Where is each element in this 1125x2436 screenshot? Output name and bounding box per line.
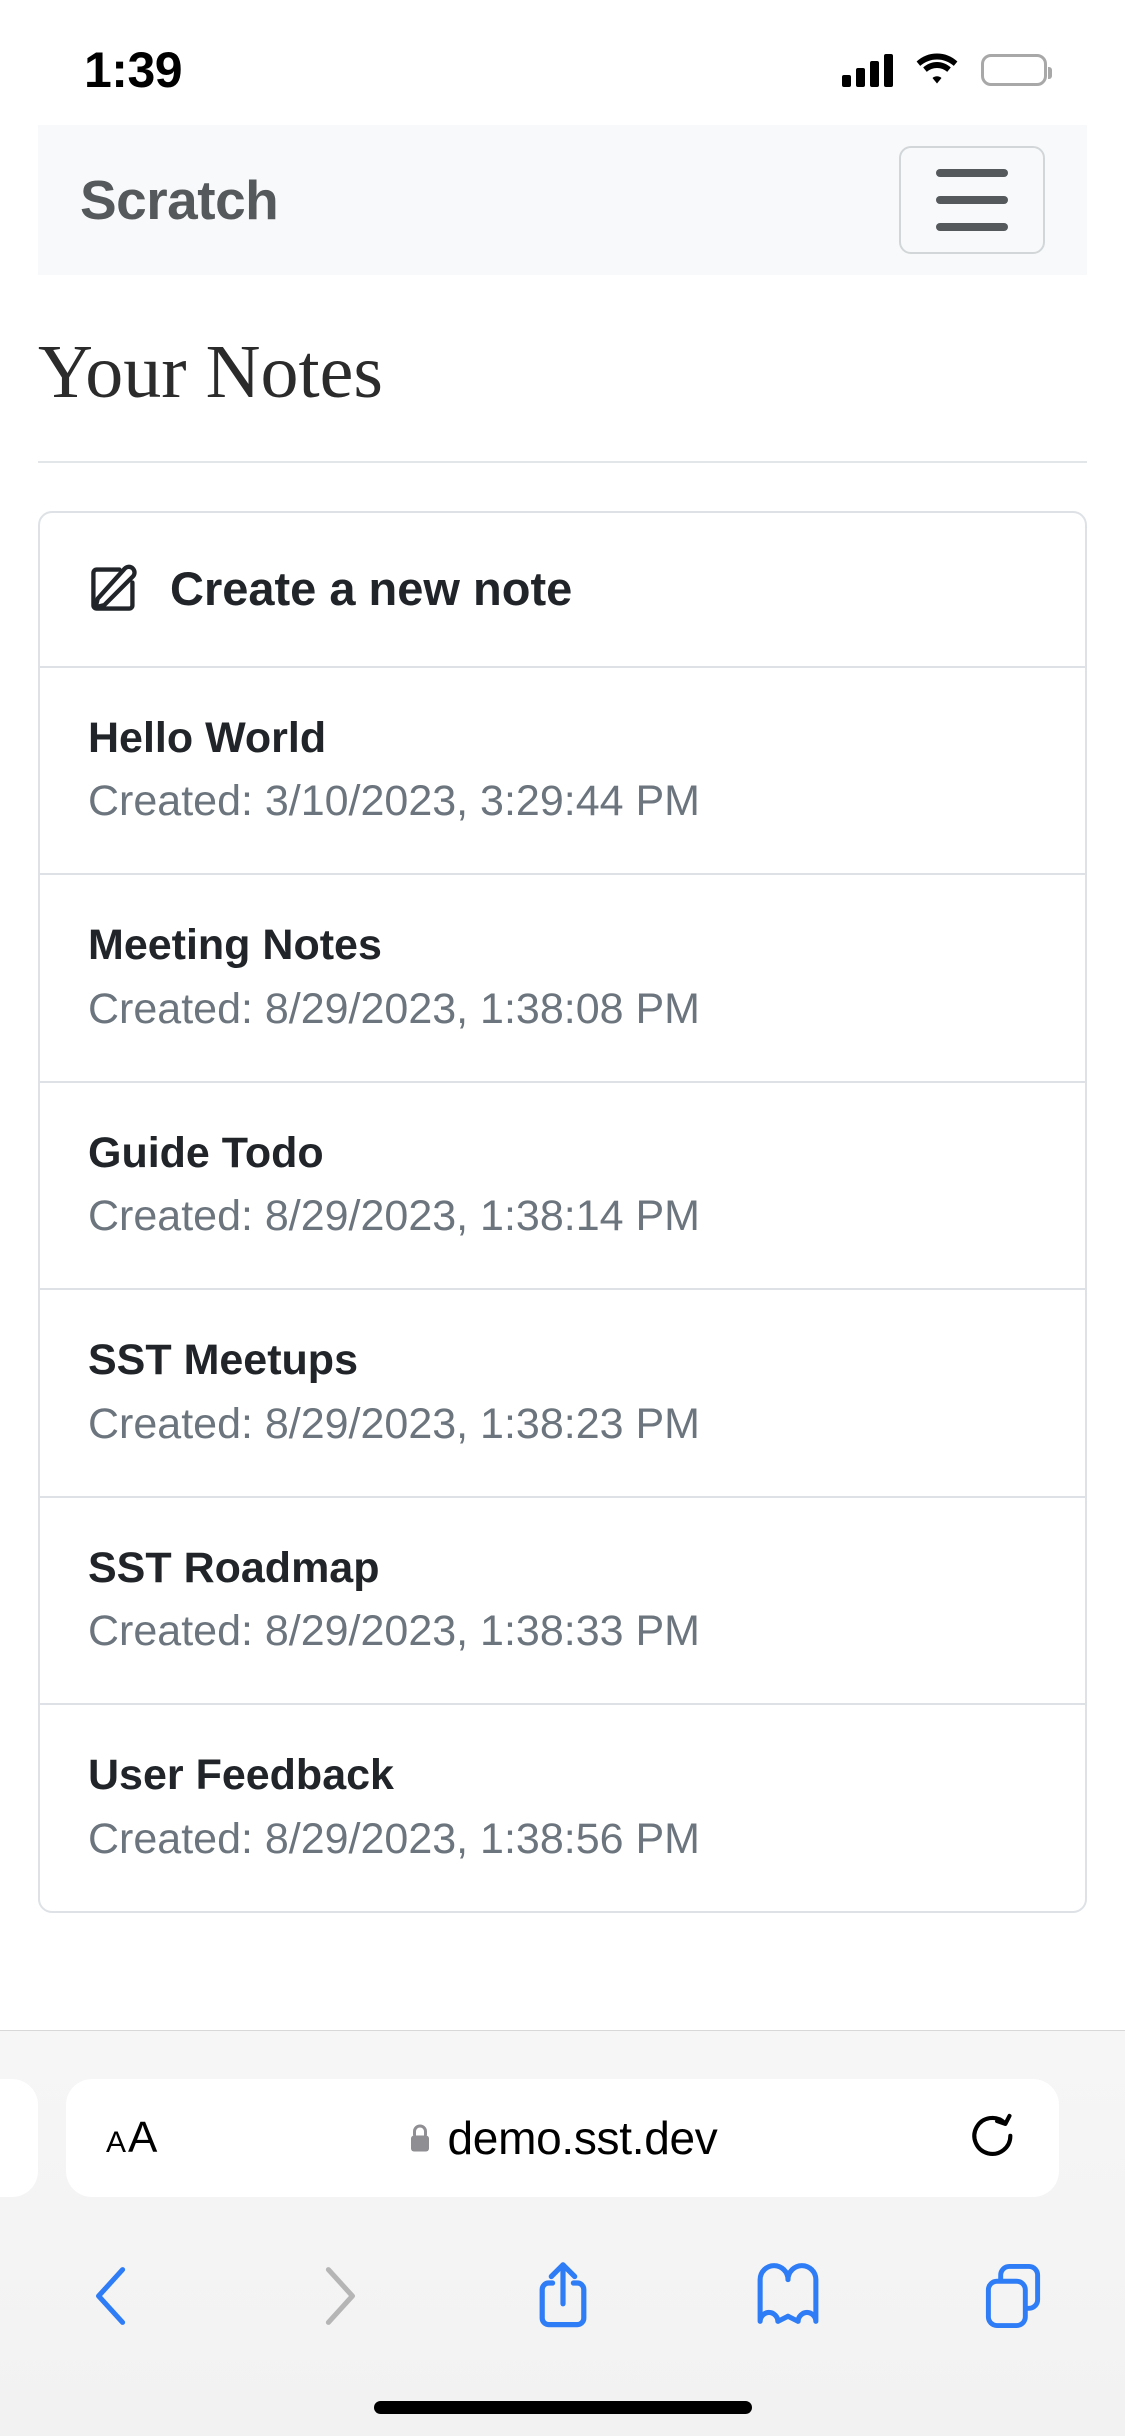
chevron-right-icon xyxy=(325,2267,355,2325)
reload-button[interactable] xyxy=(899,2112,1019,2164)
url-display[interactable]: demo.sst.dev xyxy=(226,2111,899,2165)
browser-toolbar xyxy=(0,2231,1125,2361)
hamburger-menu-icon xyxy=(936,223,1008,231)
create-new-note-label: Create a new note xyxy=(170,561,573,615)
note-list-item[interactable]: Meeting Notes Created: 8/29/2023, 1:38:0… xyxy=(40,873,1085,1081)
note-list-item[interactable]: Guide Todo Created: 8/29/2023, 1:38:14 P… xyxy=(40,1080,1085,1289)
book-icon xyxy=(757,2263,818,2324)
note-created-date: Created: 8/29/2023, 1:38:08 PM xyxy=(88,984,700,1033)
forward-button[interactable] xyxy=(225,2260,450,2332)
address-bar[interactable]: A A demo.sst.dev xyxy=(66,2079,1059,2197)
note-created-date: Created: 3/10/2023, 3:29:44 PM xyxy=(88,777,700,826)
notes-list: Create a new note Hello World Created: 3… xyxy=(38,510,1087,1913)
wifi-icon xyxy=(916,53,958,83)
hamburger-menu-button[interactable] xyxy=(899,146,1045,254)
tabs-button[interactable] xyxy=(900,2258,1125,2334)
note-created-date: Created: 8/29/2023, 1:38:56 PM xyxy=(88,1814,700,1863)
lock-icon xyxy=(410,2124,429,2151)
note-list-item[interactable]: SST Meetups Created: 8/29/2023, 1:38:23 … xyxy=(40,1288,1085,1496)
note-title: Guide Todo xyxy=(88,1128,324,1177)
status-time: 1:39 xyxy=(84,41,183,98)
back-button[interactable] xyxy=(0,2260,225,2332)
status-bar: 1:39 xyxy=(0,0,1125,125)
page-title: Your Notes xyxy=(38,330,383,414)
note-list-item[interactable]: User Feedback Created: 8/29/2023, 1:38:5… xyxy=(40,1703,1085,1911)
hamburger-menu-icon xyxy=(936,169,1008,177)
note-title: User Feedback xyxy=(88,1751,394,1800)
hamburger-menu-icon xyxy=(936,196,1008,204)
status-icons xyxy=(842,53,1052,87)
note-list-item[interactable]: Hello World Created: 3/10/2023, 3:29:44 … xyxy=(40,665,1085,874)
home-indicator xyxy=(373,2401,752,2414)
adjacent-tab-peek[interactable] xyxy=(0,2079,38,2197)
text-size-small-label: A xyxy=(106,2126,127,2159)
note-title: Meeting Notes xyxy=(88,921,382,970)
url-text: demo.sst.dev xyxy=(447,2112,718,2164)
pencil-square-icon xyxy=(91,564,137,611)
note-created-date: Created: 8/29/2023, 1:38:33 PM xyxy=(88,1607,700,1656)
page-heading-section: Your Notes xyxy=(0,275,1125,463)
note-created-date: Created: 8/29/2023, 1:38:23 PM xyxy=(88,1399,700,1448)
phone-screen: 1:39 Scratch Your Notes Create a new not… xyxy=(0,0,1125,2436)
note-title: Hello World xyxy=(88,713,327,762)
tabs-icon xyxy=(985,2264,1040,2328)
note-title: SST Roadmap xyxy=(88,1543,380,1592)
reload-icon xyxy=(972,2113,1013,2156)
note-title: SST Meetups xyxy=(88,1336,358,1385)
bookmarks-button[interactable] xyxy=(675,2258,900,2334)
safari-bottom-bar: A A demo.sst.dev xyxy=(0,2030,1125,2436)
web-page-content: Scratch Your Notes Create a new note Hel… xyxy=(0,125,1125,2030)
app-navbar: Scratch xyxy=(38,125,1087,275)
app-brand-title[interactable]: Scratch xyxy=(80,168,279,232)
share-button[interactable] xyxy=(450,2257,675,2335)
create-new-note-button[interactable]: Create a new note xyxy=(40,513,1085,666)
cellular-signal-icon xyxy=(842,53,893,87)
chevron-left-icon xyxy=(95,2267,125,2325)
battery-icon xyxy=(981,53,1052,86)
note-created-date: Created: 8/29/2023, 1:38:14 PM xyxy=(88,1192,700,1241)
note-list-item[interactable]: SST Roadmap Created: 8/29/2023, 1:38:33 … xyxy=(40,1495,1085,1704)
text-size-large-label: A xyxy=(128,2113,158,2162)
share-icon xyxy=(539,2262,586,2328)
text-size-button[interactable]: A A xyxy=(106,2113,226,2163)
heading-divider xyxy=(38,460,1087,463)
